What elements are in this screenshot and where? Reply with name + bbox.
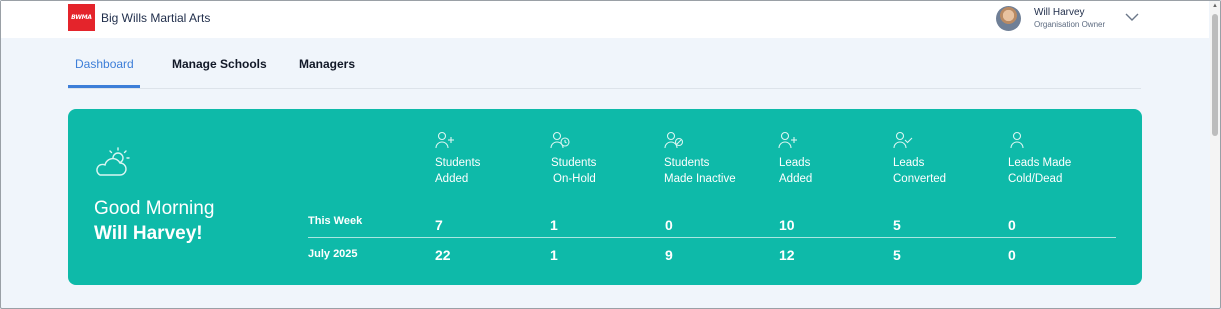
scroll-up-icon[interactable]: ▲: [1212, 3, 1218, 9]
stat-value-this-week: 7: [435, 217, 443, 233]
stat-value-month: 5: [893, 247, 901, 263]
stat-value-this-week: 10: [779, 217, 795, 233]
stat-label-line2: Made Inactive: [664, 173, 736, 185]
stat-label-line1: Leads Made: [1008, 157, 1072, 169]
row-divider: [308, 237, 1116, 238]
stat-label-line2: Converted: [893, 173, 947, 185]
stat-label-students-made-inactive: Students Made Inactive: [664, 155, 736, 187]
stat-value-month: 0: [1008, 247, 1016, 263]
stat-label-leads-added: Leads Added: [779, 155, 812, 187]
stat-label-students-added: Students Added: [435, 155, 480, 187]
tab-manage-schools[interactable]: Manage Schools: [172, 57, 267, 71]
stat-value-month: 22: [435, 247, 451, 263]
partly-cloudy-icon: [96, 147, 130, 176]
avatar[interactable]: [996, 6, 1021, 31]
stat-label-line1: Students: [551, 157, 597, 169]
user-name: Will Harvey: [1034, 7, 1085, 18]
logo-text: BWMA: [71, 14, 92, 21]
tab-managers[interactable]: Managers: [299, 57, 355, 71]
stat-label-students-on-hold: Students On-Hold: [551, 155, 596, 187]
stat-label-line1: Leads: [893, 157, 925, 169]
tab-dashboard[interactable]: Dashboard: [75, 57, 134, 71]
user-role: Organisation Owner: [1034, 20, 1106, 29]
user-inactive-icon: [664, 131, 684, 149]
row-label-month: July 2025: [308, 248, 358, 260]
stat-label-leads-cold-dead: Leads Made Cold/Dead: [1008, 155, 1071, 187]
user-icon: [1010, 131, 1024, 149]
stat-value-this-week: 0: [665, 217, 673, 233]
stat-label-line1: Leads: [779, 157, 811, 169]
summary-card: Good Morning Will Harvey! This Week July…: [68, 109, 1142, 285]
stat-value-this-week: 0: [1008, 217, 1016, 233]
stat-label-line1: Students: [435, 157, 481, 169]
stat-label-leads-converted: Leads Converted: [893, 155, 946, 187]
stat-value-month: 1: [550, 247, 558, 263]
row-label-this-week: This Week: [308, 215, 363, 227]
user-plus-icon: [778, 131, 797, 149]
stat-label-line2: Added: [779, 173, 813, 185]
stat-value-this-week: 1: [550, 217, 558, 233]
stat-label-line2: On-Hold: [553, 173, 596, 185]
logo[interactable]: BWMA: [68, 4, 95, 31]
stat-value-month: 12: [779, 247, 795, 263]
greeting-text: Good Morning: [94, 198, 215, 219]
user-plus-icon: [435, 131, 454, 149]
stat-value-month: 9: [665, 247, 673, 263]
stat-label-line1: Students: [664, 157, 710, 169]
stat-label-line2: Added: [435, 173, 469, 185]
greeting-name: Will Harvey!: [94, 223, 203, 244]
chevron-down-icon[interactable]: [1124, 12, 1140, 22]
stat-value-this-week: 5: [893, 217, 901, 233]
active-tab-indicator: [68, 85, 140, 88]
user-check-icon: [893, 131, 913, 149]
tab-bar: Dashboard Manage Schools Managers: [68, 38, 1141, 89]
scroll-thumb[interactable]: [1212, 14, 1218, 136]
stat-label-line2: Cold/Dead: [1008, 173, 1063, 185]
user-clock-icon: [550, 131, 570, 149]
brand-name: Big Wills Martial Arts: [101, 11, 211, 25]
